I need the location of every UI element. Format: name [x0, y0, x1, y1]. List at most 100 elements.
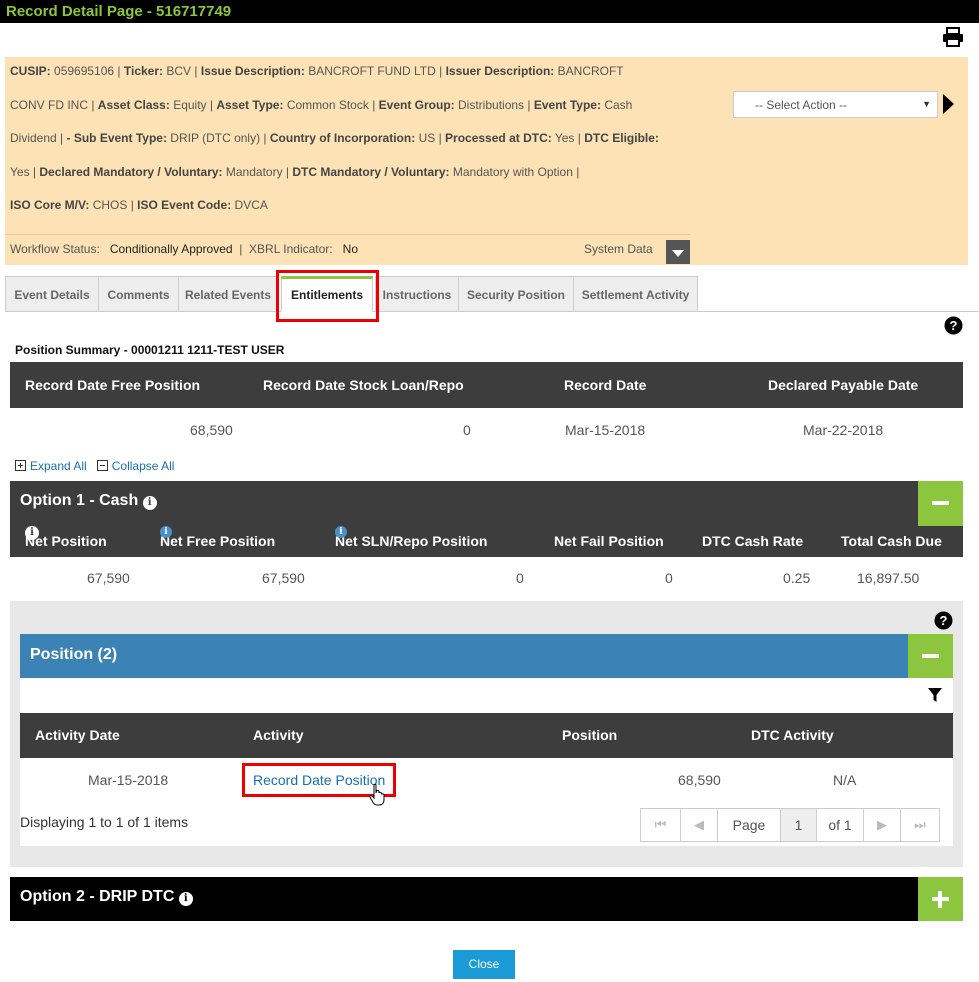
next-page-icon[interactable]: ▶	[863, 809, 901, 841]
tab-settlement-activity[interactable]: Settlement Activity	[573, 276, 698, 312]
net-position-value: 67,590	[87, 570, 130, 586]
summary-line: Yes | Declared Mandatory / Voluntary: Ma…	[10, 164, 580, 179]
field-label: Asset Class:	[97, 97, 170, 112]
column-header[interactable]: Activity	[253, 713, 304, 758]
first-page-icon[interactable]: ⏮	[641, 809, 681, 841]
highlight-box	[276, 270, 379, 322]
chevron-down-icon: ▼	[922, 99, 931, 109]
net-sln-repo-value: 0	[516, 570, 524, 586]
close-button[interactable]: Close	[453, 950, 515, 979]
field-value: Cash	[604, 97, 633, 112]
field-value: CHOS	[92, 198, 128, 213]
column-header: Record Date Stock Loan/Repo	[263, 377, 464, 393]
field-label: Processed at DTC:	[445, 131, 552, 146]
tab-event-details[interactable]: Event Details	[5, 276, 99, 312]
option-2-title: Option 2 - DRIP DTC	[20, 888, 175, 905]
field-label: DTC Eligible:	[584, 131, 659, 146]
event-summary-panel: CUSIP: 059695106 | Ticker: BCV | Issue D…	[5, 57, 968, 265]
column-header: Record Date	[564, 377, 647, 393]
summary-line: CUSIP: 059695106 | Ticker: BCV | Issue D…	[10, 64, 624, 78]
position-header: Position (2)	[20, 634, 953, 678]
field-value: CONV FD INC	[10, 97, 88, 112]
record-date-stock-loan: 0	[463, 422, 471, 438]
hand-cursor-icon	[369, 783, 385, 806]
page-number-input[interactable]: 1	[780, 809, 817, 841]
field-label: Asset Type:	[216, 97, 284, 112]
position-value: 68,590	[678, 772, 721, 788]
tab-security-position[interactable]: Security Position	[458, 276, 574, 312]
collapse-option-1-button[interactable]	[918, 481, 963, 526]
field-value: BCV	[166, 64, 192, 78]
field-label: ISO Event Code:	[137, 198, 232, 213]
info-icon[interactable]: i	[160, 526, 172, 538]
field-value: Equity	[173, 97, 207, 112]
tab-comments[interactable]: Comments	[98, 276, 179, 312]
expand-all-link[interactable]: Expand All	[15, 459, 87, 473]
tab-instructions[interactable]: Instructions	[375, 276, 459, 312]
system-data-toggle[interactable]	[666, 240, 690, 264]
field-label: Event Group:	[378, 97, 455, 112]
svg-text:?: ?	[950, 318, 958, 333]
option-1-title: Option 1 - Cash	[20, 492, 139, 509]
field-value: Yes	[554, 131, 575, 146]
position-grid-header: Activity Date Activity Position DTC Acti…	[20, 713, 953, 758]
svg-text:?: ?	[940, 613, 948, 628]
summary-line: CONV FD INC | Asset Class: Equity | Asse…	[10, 97, 633, 112]
tab-bar: Event Details Comments Related Events En…	[5, 276, 979, 312]
print-icon[interactable]	[942, 27, 964, 47]
go-arrow-button[interactable]	[943, 94, 954, 114]
info-icon[interactable]: i	[142, 496, 157, 510]
activity-date: Mar-15-2018	[88, 772, 169, 788]
column-header[interactable]: DTC Activity	[751, 713, 834, 758]
dtc-cash-rate-value: 0.25	[783, 570, 811, 586]
page-total: of 1	[828, 817, 852, 833]
field-label: Issuer Description:	[445, 64, 555, 78]
title-bar: Record Detail Page - 516717749	[0, 0, 979, 23]
system-data-label: System Data	[584, 242, 653, 256]
column-header[interactable]: Position	[562, 713, 617, 758]
position-summary-header: Record Date Free Position Record Date St…	[10, 362, 963, 408]
summary-line: ISO Core M/V: CHOS | ISO Event Code: DVC…	[10, 198, 268, 213]
prev-page-icon[interactable]: ◀	[681, 809, 718, 841]
field-label: CUSIP:	[10, 64, 51, 78]
minus-icon	[922, 654, 939, 658]
position-title: Position (2)	[30, 646, 118, 663]
column-header[interactable]: Activity Date	[35, 713, 120, 758]
info-icon[interactable]: i	[25, 526, 39, 540]
help-icon[interactable]: ?	[934, 611, 953, 630]
tab-related-events[interactable]: Related Events	[178, 276, 278, 312]
net-fail-position-value: 0	[665, 570, 673, 586]
page-label: Page	[732, 817, 766, 833]
filter-icon[interactable]	[928, 688, 942, 703]
last-page-icon[interactable]: ⏭	[901, 809, 939, 841]
info-icon[interactable]: i	[335, 526, 347, 538]
field-value: Yes	[10, 164, 30, 179]
select-action-dropdown[interactable]: -- Select Action -- ▼	[733, 91, 938, 118]
dtc-activity-value: N/A	[833, 772, 857, 788]
info-icon[interactable]: i	[178, 892, 193, 906]
collapse-position-button[interactable]	[908, 634, 953, 678]
expand-option-2-button[interactable]	[918, 877, 963, 921]
help-icon[interactable]: ?	[944, 316, 963, 335]
field-label: ISO Core M/V:	[10, 198, 90, 213]
field-value: US	[418, 131, 436, 146]
record-date: Mar-15-2018	[565, 422, 646, 438]
option-1-header: Option 1 - Cash i	[10, 481, 963, 526]
field-label: Declared Mandatory / Voluntary:	[39, 164, 223, 179]
field-value: BANCROFT	[557, 64, 624, 78]
workflow-status: Workflow Status: Conditionally Approved …	[10, 242, 358, 256]
minus-square-icon	[96, 460, 108, 471]
column-header: Total Cash Due	[841, 533, 942, 549]
plus-square-icon	[15, 460, 26, 471]
field-value: Dividend	[10, 131, 57, 146]
option-2-header: Option 2 - DRIP DTC i	[10, 877, 963, 921]
field-label: Ticker:	[123, 64, 164, 78]
chevron-down-icon	[672, 250, 684, 257]
column-header: Declared Payable Date	[768, 377, 919, 393]
field-label: Country of Incorporation:	[269, 131, 416, 146]
collapse-all-link[interactable]: Collapse All	[96, 459, 174, 473]
field-value: Distributions	[458, 97, 525, 112]
record-date-free-position: 68,590	[190, 422, 233, 438]
column-header: Net Fail Position	[554, 533, 664, 549]
field-value: 059695106	[54, 64, 115, 78]
